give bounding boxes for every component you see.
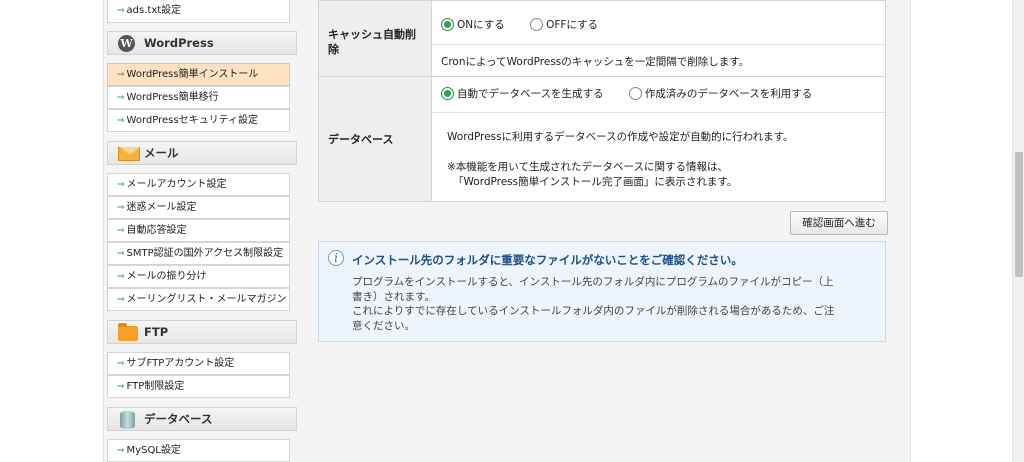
arrow-right-icon: ⇒ [117,203,125,213]
sidebar-item-spam[interactable]: ⇒ 迷惑メール設定 [107,196,290,219]
arrow-right-icon: ⇒ [117,226,125,236]
sidebar-item-mail-filter[interactable]: ⇒ メールの振り分け [107,265,290,288]
folder-icon [118,323,138,341]
sidebar-category-wordpress: W WordPress [107,31,297,55]
cache-radio-group: ONにする OFFにする [441,17,620,32]
info-icon: i [328,250,344,266]
sidebar-item-wordpress-install[interactable]: ⇒ WordPress簡単インストール [107,63,290,86]
divider [432,112,885,113]
radio-selected-icon [441,17,454,31]
divider [432,44,885,45]
arrow-right-icon: ⇒ [117,93,125,103]
arrow-right-icon: ⇒ [117,6,125,16]
notice-line: 書き）されます。 [352,290,435,303]
arrow-right-icon: ⇒ [117,180,125,190]
database-description: WordPressに利用するデータベースの作成や設定が自動的に行われます。 [447,131,794,143]
database-existing-radio[interactable]: 作成済みのデータベースを利用する [628,86,812,101]
radio-unselected-icon [628,86,642,100]
database-auto-radio[interactable]: 自動でデータベースを生成する [441,86,603,101]
sidebar-item-autoreply[interactable]: ⇒ 自動応答設定 [107,219,290,242]
sidebar-item-wordpress-migration[interactable]: ⇒ WordPress簡単移行 [107,86,290,109]
sidebar-item-mail-account[interactable]: ⇒ メールアカウント設定 [107,173,290,196]
database-label: データベース [319,77,432,201]
scrollbar-thumb[interactable] [1015,152,1023,277]
notice-line: これによりすでに存在しているインストールフォルダ内のファイルが削除される場合があ… [352,305,835,317]
envelope-icon [118,145,140,161]
database-note-line2: 「WordPress簡単インストール完了画面」に表示されます。 [453,176,738,188]
sidebar-item-wordpress-security[interactable]: ⇒ WordPressセキュリティ設定 [107,109,290,132]
database-note-line1: ※本機能を用いて生成されたデータベースに関する情報は、 [447,161,728,173]
sidebar-item-ads-txt[interactable]: ⇒ ads.txt設定 [107,0,290,23]
sidebar-item-mysql[interactable]: ⇒ MySQL設定 [107,439,290,462]
arrow-right-icon: ⇒ [117,295,125,305]
notice-line: プログラムをインストールすると、インストール先のフォルダ内にプログラムのファイル… [352,276,834,288]
notice-box: i インストール先のフォルダに重要なファイルがないことをご確認ください。 プログ… [318,241,886,342]
cache-off-radio[interactable]: OFFにする [530,17,598,32]
sidebar-item-sub-ftp[interactable]: ⇒ サブFTPアカウント設定 [107,352,290,375]
arrow-right-icon: ⇒ [117,446,125,456]
vertical-scrollbar[interactable] [1012,0,1024,462]
sidebar-category-mail: メール [107,141,297,165]
cache-on-radio[interactable]: ONにする [441,17,505,32]
arrow-right-icon: ⇒ [117,249,125,259]
radio-selected-icon [441,86,454,100]
arrow-right-icon: ⇒ [117,382,125,392]
database-icon [118,411,135,429]
arrow-right-icon: ⇒ [117,272,125,282]
radio-unselected-icon [530,17,544,31]
arrow-right-icon: ⇒ [117,359,125,369]
notice-title: インストール先のフォルダに重要なファイルがないことをご確認ください。 [352,253,743,267]
confirm-button[interactable]: 確認画面へ進む [790,211,888,235]
arrow-right-icon: ⇒ [117,116,125,126]
notice-line: 意ください。 [352,319,415,332]
install-settings-table: キャッシュ自動削除 ONにする OFFにする CronによってWordPress… [318,0,886,202]
sidebar-item-mailing-list[interactable]: ⇒ メーリングリスト・メールマガジン [107,288,290,311]
sidebar-item-ftp-restriction[interactable]: ⇒ FTP制限設定 [107,375,290,398]
notice-body: プログラムをインストールすると、インストール先のフォルダ内にプログラムのファイル… [352,275,877,333]
sidebar-item-smtp-restriction[interactable]: ⇒ SMTP認証の国外アクセス制限設定 [107,242,290,265]
database-radio-group: 自動でデータベースを生成する 作成済みのデータベースを利用する [441,86,834,101]
sidebar-category-database: データベース [107,407,297,431]
sidebar-category-ftp: FTP [107,320,297,344]
cache-description: CronによってWordPressのキャッシュを一定間隔で削除します。 [441,56,750,68]
wordpress-logo-icon: W [118,35,135,52]
arrow-right-icon: ⇒ [117,70,125,80]
cache-label: キャッシュ自動削除 [319,1,432,76]
